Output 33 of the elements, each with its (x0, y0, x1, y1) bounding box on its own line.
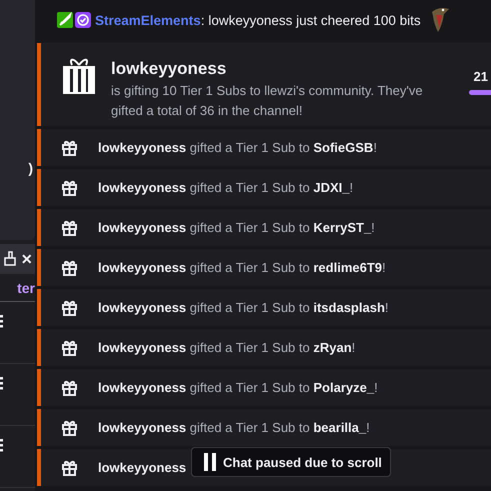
sword-badge-icon (57, 12, 73, 28)
close-button[interactable]: × (21, 250, 32, 268)
gift-icon (61, 259, 78, 276)
paused-notice[interactable]: Chat paused due to scroll (191, 447, 391, 477)
more-icon (0, 314, 3, 328)
gift-icon (61, 299, 78, 316)
gift-message: lowkeyyoness gifted a Tier 1 Sub to KerryST_! (98, 220, 375, 235)
gift-icon (61, 57, 97, 95)
chat-message: StreamElements: lowkeyyoness just cheered 100 bits (95, 12, 421, 28)
more-icon (0, 376, 3, 390)
pause-icon (204, 453, 216, 471)
gift-count: 21 (474, 69, 488, 84)
gift-icon (61, 179, 78, 196)
gift-message: lowkeyyoness gifted a Tier 1 Sub to JDXI_! (98, 180, 354, 195)
gift-message: lowkeyyoness gifted a Tier 1 Sub to redlime6T9! (98, 260, 386, 275)
gift-description: is gifting 10 Tier 1 Subs to llewzi's community. They've gifted a total of 36 in the channel! (111, 82, 424, 120)
gift-message: lowkeyyoness gifted a Tier 1 Sub to zRyan! (98, 340, 356, 355)
gift-message: lowkeyyoness (98, 460, 186, 475)
gift-icon (61, 139, 78, 156)
sidebar-text: ) (28, 160, 33, 178)
gift-message: lowkeyyoness gifted a Tier 1 Sub to SofieGSB! (98, 140, 377, 155)
gift-icon (61, 459, 78, 476)
gift-icon (61, 419, 78, 436)
gift-message: lowkeyyoness gifted a Tier 1 Sub to Polaryze_! (98, 380, 378, 395)
gift-message: lowkeyyoness gifted a Tier 1 Sub to itsdasplash! (98, 300, 389, 315)
gift-icon (61, 379, 78, 396)
gift-icon (61, 219, 78, 236)
gift-message: lowkeyyoness gifted a Tier 1 Sub to bearilla_! (98, 420, 370, 435)
more-icon (0, 438, 3, 452)
gift-icon (61, 339, 78, 356)
gifter-name: lowkeyyoness (111, 59, 228, 79)
paused-text: Chat paused due to scroll (223, 454, 382, 470)
verified-badge-icon (75, 12, 91, 28)
